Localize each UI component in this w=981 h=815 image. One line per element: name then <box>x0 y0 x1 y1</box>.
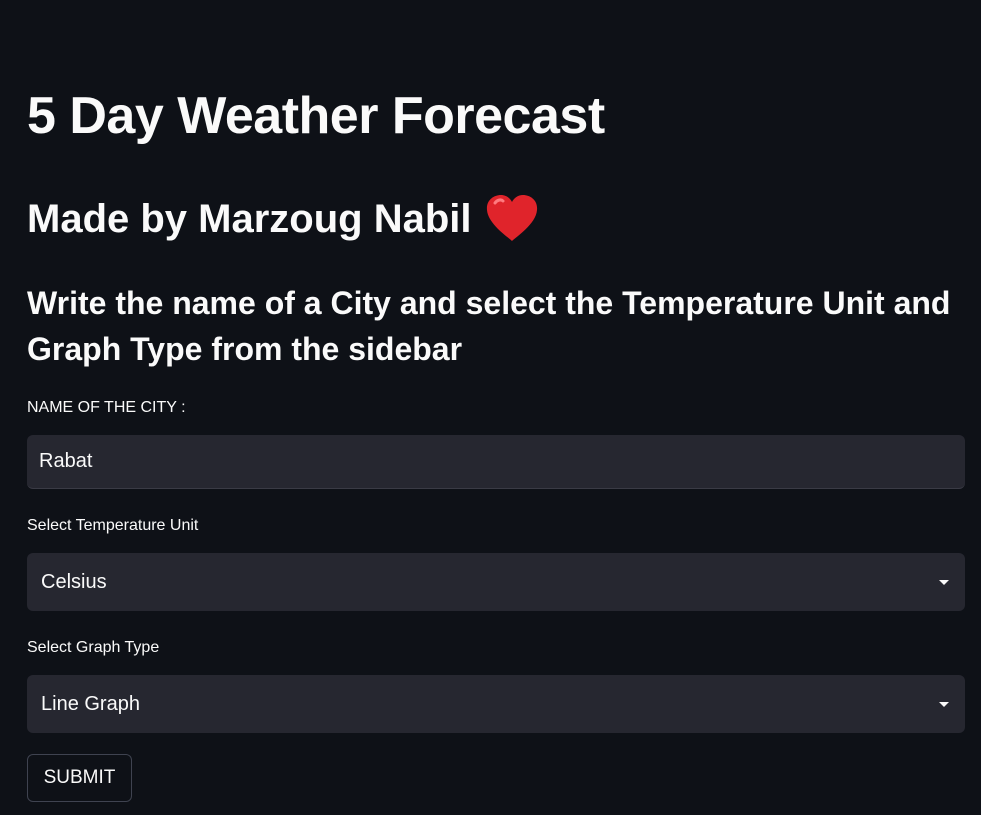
temperature-unit-label: Select Temperature Unit <box>27 517 199 534</box>
city-label: NAME OF THE CITY : <box>27 399 186 416</box>
heart-icon <box>484 194 540 244</box>
submit-button[interactable]: SUBMIT <box>27 754 132 802</box>
city-input[interactable]: Rabat <box>27 435 965 489</box>
caret-down-icon <box>939 579 949 585</box>
page-title: 5 Day Weather Forecast <box>27 87 605 145</box>
temperature-unit-value: Celsius <box>41 570 107 593</box>
caret-down-icon <box>939 701 949 707</box>
temperature-unit-select[interactable]: Celsius <box>27 553 965 611</box>
author-subtitle-text: Made by Marzoug Nabil <box>27 197 472 241</box>
graph-type-select[interactable]: Line Graph <box>27 675 965 733</box>
instructions-heading: Write the name of a City and select the … <box>27 285 951 367</box>
graph-type-label: Select Graph Type <box>27 639 160 656</box>
city-input-value: Rabat <box>39 450 93 472</box>
author-subtitle: Made by Marzoug Nabil <box>27 193 540 245</box>
graph-type-value: Line Graph <box>41 692 140 715</box>
